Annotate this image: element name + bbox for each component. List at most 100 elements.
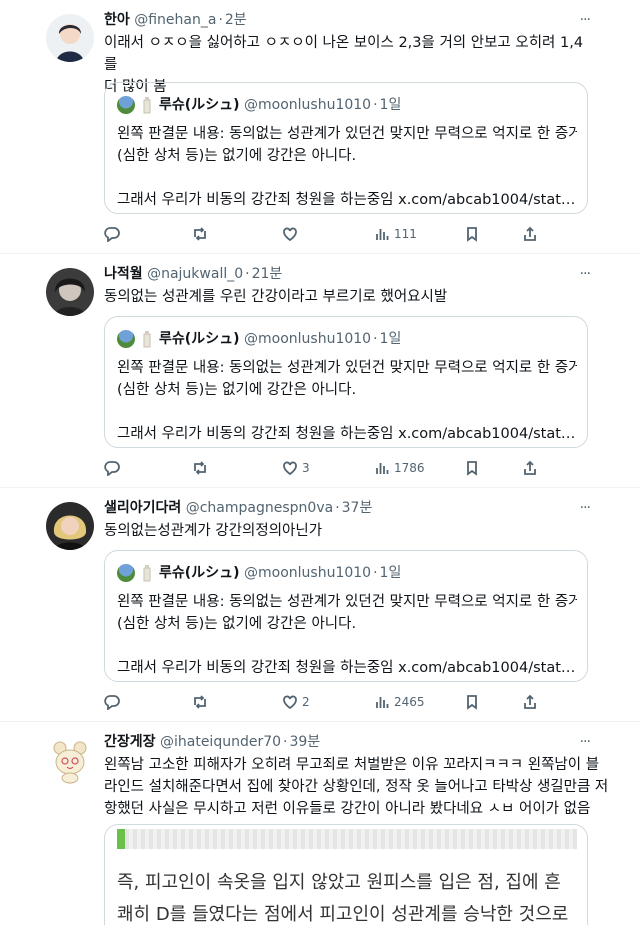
reply-button[interactable] [104,692,120,712]
author-name[interactable]: 간장게장 [104,734,156,750]
timestamp[interactable]: 2분 [225,12,247,28]
quoted-tweet[interactable]: 루슈(ルシュ) @moonlushu1010 · 1일 왼쪽 판결문 내용: 동의없… [104,550,588,682]
author-name[interactable]: 한아 [104,12,130,28]
quoted-text: 왼쪽 판결문 내용: 동의없는 성관계가 있던건 맞지만 무력으로 억지로 한 … [117,357,577,445]
retweet-button[interactable] [192,458,208,478]
quoted-author-name: 루슈(ルシュ) [159,565,240,581]
author-handle[interactable]: @finehan_a [134,12,216,28]
quoted-timestamp: 1일 [379,97,402,113]
share-button[interactable] [522,692,538,712]
more-options-icon[interactable]: ··· [580,732,591,752]
quoted-text-line[interactable]: 그래서 우리가 비동의 강간죄 청원을 하는중임 x.com/abcab1004… [117,657,577,679]
reply-button[interactable] [104,458,120,478]
avatar[interactable] [46,268,94,316]
reply-icon [104,461,120,476]
quoted-text-line: (심한 상처 등)는 없기에 강간은 아니다. [117,616,357,632]
separator-dot: · [335,500,340,516]
tweet-1[interactable]: 한아 @finehan_a · 2분 ··· 이래서 ㅇㅈㅇ을 싫어하고 ㅇㅈㅇ이 … [0,0,640,254]
separator-dot: · [245,266,250,282]
bookmark-icon [467,695,477,710]
separator-dot: · [373,331,378,347]
tweet-header: 나적월 @najukwall_0 · 21분 [104,264,580,284]
author-handle[interactable]: @ihateiqunder70 [160,734,281,750]
image-text-line: 즉, 피고인이 속옷을 입지 않았고 원피스를 입은 점, 집에 흔 [117,872,561,893]
image-text: 즉, 피고인이 속옷을 입지 않았고 원피스를 입은 점, 집에 흔 쾌히 D를… [117,867,579,925]
image-text-line: 쾌히 D를 들였다는 점에서 피고인이 성관계를 승낙한 것으로 [117,904,569,925]
reply-button[interactable] [104,224,120,244]
share-icon [524,226,536,241]
tower-emoji-icon [143,331,151,348]
quoted-timestamp: 1일 [379,565,402,581]
quoted-text-line: (심한 상처 등)는 없기에 강간은 아니다. [117,382,357,398]
like-button[interactable]: 3 [282,458,310,478]
quoted-text-line: 왼쪽 판결문 내용: 동의없는 성관계가 있던건 맞지만 무력으로 억지로 한 … [117,360,577,376]
views-button[interactable]: 111 [374,224,417,244]
tweet-header: 샐리아기다려 @champagnespn0va · 37분 [104,498,580,518]
quoted-tweet[interactable]: 루슈(ルシュ) @moonlushu1010 · 1일 왼쪽 판결문 내용: 동의없… [104,82,588,214]
quoted-text-line[interactable]: 그래서 우리가 비동의 강간죄 청원을 하는중임 x.com/abcab1004… [117,423,577,445]
tweet-header: 한아 @finehan_a · 2분 [104,10,580,30]
bookmark-button[interactable] [464,692,480,712]
timestamp[interactable]: 21분 [252,266,283,282]
quoted-text-line: 왼쪽 판결문 내용: 동의없는 성관계가 있던건 맞지만 무력으로 억지로 한 … [117,126,577,142]
image-accent-mark [117,829,125,849]
bar-chart-icon [376,463,389,474]
heart-icon [283,695,297,710]
tweet-2[interactable]: 나적월 @najukwall_0 · 21분 ··· 동의없는 성관계를 우린 간강… [0,254,640,488]
action-bar: 3 1786 [104,458,544,478]
views-button[interactable]: 2465 [374,692,425,712]
share-button[interactable] [522,224,538,244]
tower-emoji-icon [143,97,151,114]
author-name[interactable]: 샐리아기다려 [104,500,181,516]
quoted-avatar [117,96,135,114]
heart-icon [283,227,297,242]
tower-emoji-icon [143,565,151,582]
author-handle[interactable]: @najukwall_0 [147,266,243,282]
more-options-icon[interactable]: ··· [580,10,591,30]
action-bar: 111 [104,224,544,244]
quoted-text: 왼쪽 판결문 내용: 동의없는 성관계가 있던건 맞지만 무력으로 억지로 한 … [117,591,577,679]
tweet-text: 동의없는 성관계를 우린 간강이라고 부르기로 했어요시발 [104,286,584,308]
reply-icon [104,695,120,710]
more-options-icon[interactable]: ··· [580,264,591,284]
quoted-author-handle: @moonlushu1010 [244,565,372,581]
like-button[interactable] [282,224,302,244]
retweet-button[interactable] [192,224,208,244]
quoted-tweet[interactable]: 루슈(ルシュ) @moonlushu1010 · 1일 왼쪽 판결문 내용: 동의없… [104,316,588,448]
share-button[interactable] [522,458,538,478]
quoted-author-name: 루슈(ルシュ) [159,97,240,113]
embedded-image[interactable]: 즉, 피고인이 속옷을 입지 않았고 원피스를 입은 점, 집에 흔 쾌히 D를… [104,824,588,925]
avatar[interactable] [46,736,94,784]
bookmark-button[interactable] [464,224,480,244]
tweet-header: 간장게장 @ihateiqunder70 · 39분 [104,732,580,752]
tweet-3[interactable]: 샐리아기다려 @champagnespn0va · 37분 ··· 동의없는성관계가… [0,488,640,722]
tweet-4[interactable]: 간장게장 @ihateiqunder70 · 39분 ··· 왼쪽남 고소한 피해자… [0,722,640,925]
view-count: 1786 [394,461,425,475]
quoted-author-handle: @moonlushu1010 [244,97,372,113]
like-button[interactable]: 2 [282,692,310,712]
retweet-button[interactable] [192,692,208,712]
reply-icon [104,227,120,242]
avatar[interactable] [46,14,94,62]
view-count: 111 [394,227,417,241]
action-bar: 2 2465 [104,692,544,712]
bookmark-button[interactable] [464,458,480,478]
timestamp[interactable]: 39분 [289,734,320,750]
tweet-text-line: 동의없는성관계가 강간의정의아닌가 [104,523,323,539]
tweet-text-line: 동의없는 성관계를 우린 간강이라고 부르기로 했어요시발 [104,289,448,305]
quoted-avatar [117,564,135,582]
retweet-icon [194,227,206,241]
quoted-text-line[interactable]: 그래서 우리가 비동의 강간죄 청원을 하는중임 x.com/abcab1004… [117,189,577,211]
quoted-author-handle: @moonlushu1010 [244,331,372,347]
avatar[interactable] [46,502,94,550]
author-name[interactable]: 나적월 [104,266,143,282]
retweet-icon [194,695,206,709]
timestamp[interactable]: 37분 [342,500,373,516]
views-button[interactable]: 1786 [374,458,425,478]
quoted-header: 루슈(ルシュ) @moonlushu1010 · 1일 [117,95,401,115]
more-options-icon[interactable]: ··· [580,498,591,518]
quoted-text: 왼쪽 판결문 내용: 동의없는 성관계가 있던건 맞지만 무력으로 억지로 한 … [117,123,577,211]
author-handle[interactable]: @champagnespn0va [186,500,333,516]
quoted-text-line: 왼쪽 판결문 내용: 동의없는 성관계가 있던건 맞지만 무력으로 억지로 한 … [117,594,577,610]
image-header-bar [117,829,577,849]
